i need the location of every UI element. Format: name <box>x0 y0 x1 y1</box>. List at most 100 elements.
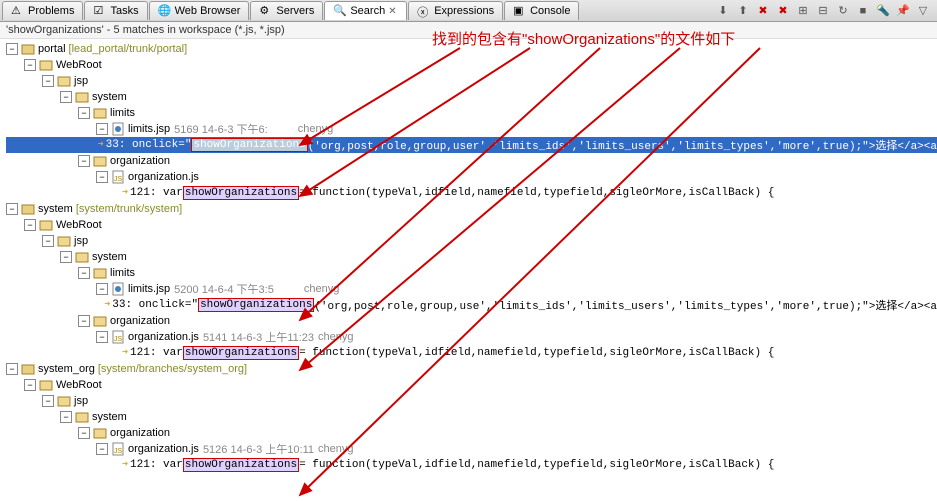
menu-icon[interactable]: ▽ <box>915 3 931 19</box>
collapse-icon[interactable]: − <box>6 203 18 215</box>
annotation-text: 找到的包含有"showOrganizations"的文件如下 <box>432 28 735 49</box>
collapse-icon[interactable]: − <box>60 251 72 263</box>
collapse-icon[interactable]: − <box>42 235 54 247</box>
folder-icon <box>38 57 54 73</box>
folder-node[interactable]: −jsp <box>6 393 937 409</box>
tab-expressions[interactable]: ⓧExpressions <box>408 1 503 20</box>
collapse-all-icon[interactable]: ⊟ <box>815 3 831 19</box>
collapse-icon[interactable]: − <box>42 75 54 87</box>
match-arrow-icon: ➜ <box>122 187 128 199</box>
collapse-icon[interactable]: − <box>78 107 90 119</box>
file-node[interactable]: −limits.jsp5169 14-6-3 下午6:chenyg <box>6 121 937 137</box>
folder-icon <box>38 377 54 393</box>
search-results-tree: −portal[lead_portal/trunk/portal] −WebRo… <box>0 39 937 475</box>
collapse-icon[interactable]: − <box>96 443 108 455</box>
jsp-file-icon <box>110 121 126 137</box>
project-icon <box>20 41 36 57</box>
search-match[interactable]: ➜121: var showOrganizations = function(t… <box>6 185 937 201</box>
match-highlight: showOrganizations <box>183 186 299 200</box>
search-match[interactable]: ➜121: var showOrganizations = function(t… <box>6 345 937 361</box>
tab-servers[interactable]: ⚙Servers <box>250 1 323 20</box>
folder-node[interactable]: −WebRoot <box>6 217 937 233</box>
file-node[interactable]: −JSorganization.js5141 14-6-3 上午11:23che… <box>6 329 937 345</box>
folder-node[interactable]: −WebRoot <box>6 57 937 73</box>
collapse-icon[interactable]: − <box>42 395 54 407</box>
collapse-icon[interactable]: − <box>6 363 18 375</box>
match-arrow-icon: ➜ <box>98 139 104 151</box>
folder-icon <box>38 217 54 233</box>
folder-icon <box>92 425 108 441</box>
folder-icon <box>92 313 108 329</box>
tab-tasks[interactable]: ☑Tasks <box>84 1 147 20</box>
collapse-icon[interactable]: − <box>24 219 36 231</box>
collapse-icon[interactable]: − <box>96 331 108 343</box>
collapse-icon[interactable]: − <box>60 411 72 423</box>
collapse-icon[interactable]: − <box>78 155 90 167</box>
servers-icon: ⚙ <box>259 4 273 18</box>
match-highlight: showOrganizations <box>183 346 299 360</box>
tab-search[interactable]: 🔍Search✕ <box>324 1 407 20</box>
collapse-icon[interactable]: − <box>78 427 90 439</box>
file-node[interactable]: −JSorganization.js5126 14-6-3 上午10:11che… <box>6 441 937 457</box>
folder-node[interactable]: −organization <box>6 313 937 329</box>
js-file-icon: JS <box>110 169 126 185</box>
folder-node[interactable]: −system <box>6 409 937 425</box>
next-match-icon[interactable]: ⬇ <box>715 3 731 19</box>
pin-icon[interactable]: 📌 <box>895 3 911 19</box>
collapse-icon[interactable]: − <box>96 171 108 183</box>
folder-node[interactable]: −jsp <box>6 233 937 249</box>
folder-node[interactable]: −limits <box>6 265 937 281</box>
project-node[interactable]: −system[system/trunk/system] <box>6 201 937 217</box>
remove-all-icon[interactable]: ✖ <box>775 3 791 19</box>
file-node[interactable]: −limits.jsp5200 14-6-4 下午3:5chenyg <box>6 281 937 297</box>
run-again-icon[interactable]: ↻ <box>835 3 851 19</box>
match-highlight: showOrganizations <box>183 458 299 472</box>
search-match[interactable]: ➜33: onclick="showOrganizations('org,pos… <box>6 297 937 313</box>
view-tabs: ⚠Problems ☑Tasks 🌐Web Browser ⚙Servers 🔍… <box>0 0 937 22</box>
tab-problems[interactable]: ⚠Problems <box>2 1 83 20</box>
match-highlight: showOrganizations <box>191 138 307 152</box>
match-arrow-icon: ➜ <box>122 459 128 471</box>
search-match[interactable]: ➜121: var showOrganizations = function(t… <box>6 457 937 473</box>
folder-node[interactable]: −system <box>6 89 937 105</box>
search-match[interactable]: ➜33: onclick="showOrganizations('org,pos… <box>6 137 937 153</box>
project-node[interactable]: −system_org[system/branches/system_org] <box>6 361 937 377</box>
collapse-icon[interactable]: − <box>78 315 90 327</box>
folder-icon <box>74 409 90 425</box>
svg-text:JS: JS <box>114 336 123 343</box>
collapse-icon[interactable]: − <box>24 379 36 391</box>
toolbar: ⬇ ⬆ ✖ ✖ ⊞ ⊟ ↻ ■ 🔦 📌 ▽ <box>715 3 935 19</box>
folder-icon <box>92 265 108 281</box>
collapse-icon[interactable]: − <box>60 91 72 103</box>
remove-match-icon[interactable]: ✖ <box>755 3 771 19</box>
tab-web-browser[interactable]: 🌐Web Browser <box>149 1 250 20</box>
svg-text:JS: JS <box>114 448 123 455</box>
collapse-icon[interactable]: − <box>6 43 18 55</box>
project-icon <box>20 201 36 217</box>
folder-node[interactable]: −limits <box>6 105 937 121</box>
folder-node[interactable]: −WebRoot <box>6 377 937 393</box>
folder-node[interactable]: −organization <box>6 153 937 169</box>
collapse-icon[interactable]: − <box>96 283 108 295</box>
collapse-icon[interactable]: − <box>24 59 36 71</box>
js-file-icon: JS <box>110 441 126 457</box>
match-highlight: showOrganizations <box>198 298 314 312</box>
folder-node[interactable]: −organization <box>6 425 937 441</box>
folder-icon <box>56 393 72 409</box>
stop-icon[interactable]: ■ <box>855 3 871 19</box>
console-icon: ▣ <box>513 4 527 18</box>
problems-icon: ⚠ <box>11 4 25 18</box>
project-icon <box>20 361 36 377</box>
tab-console[interactable]: ▣Console <box>504 1 579 20</box>
folder-node[interactable]: −system <box>6 249 937 265</box>
collapse-icon[interactable]: − <box>78 267 90 279</box>
close-icon[interactable]: ✕ <box>388 6 398 16</box>
file-node[interactable]: −JSorganization.js <box>6 169 937 185</box>
expand-all-icon[interactable]: ⊞ <box>795 3 811 19</box>
js-file-icon: JS <box>110 329 126 345</box>
tasks-icon: ☑ <box>93 4 107 18</box>
collapse-icon[interactable]: − <box>96 123 108 135</box>
history-icon[interactable]: 🔦 <box>875 3 891 19</box>
folder-node[interactable]: −jsp <box>6 73 937 89</box>
prev-match-icon[interactable]: ⬆ <box>735 3 751 19</box>
